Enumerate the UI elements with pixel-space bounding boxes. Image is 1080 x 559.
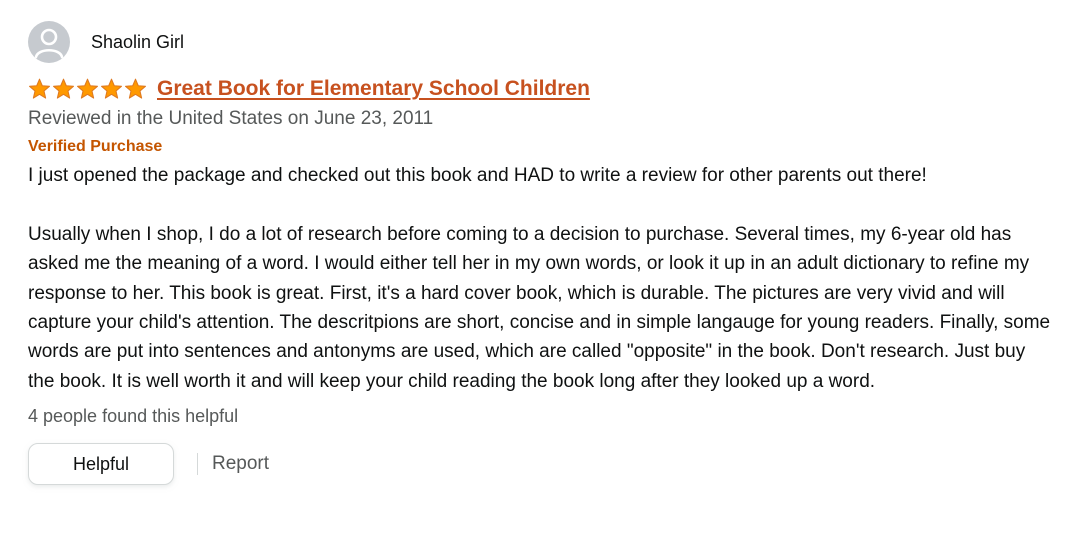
review-title-row: Great Book for Elementary School Childre… xyxy=(28,74,1068,104)
review-date: Reviewed in the United States on June 23… xyxy=(28,108,434,129)
reviewer-profile[interactable]: Shaolin Girl xyxy=(28,20,1068,64)
report-link[interactable]: Report xyxy=(212,453,269,475)
helpful-count: 4 people found this helpful xyxy=(28,406,239,427)
person-avatar-icon[interactable] xyxy=(28,21,70,63)
star-icon xyxy=(52,78,75,100)
reviewer-name[interactable]: Shaolin Girl xyxy=(91,32,184,53)
star-icon xyxy=(124,78,147,100)
star-icon xyxy=(100,78,123,100)
star-icon xyxy=(76,78,99,100)
review-title-link[interactable]: Great Book for Elementary School Childre… xyxy=(157,77,590,101)
verified-purchase-badge: Verified Purchase xyxy=(28,138,163,155)
review-actions: Helpful Report xyxy=(28,443,1068,486)
review-body-paragraph: I just opened the package and checked ou… xyxy=(28,165,927,186)
star-icon xyxy=(28,78,51,100)
review-body: I just opened the package and checked ou… xyxy=(28,161,1056,396)
review-body-paragraph: Usually when I shop, I do a lot of resea… xyxy=(28,223,1051,392)
star-rating[interactable] xyxy=(28,78,147,100)
helpful-button[interactable]: Helpful xyxy=(28,443,174,486)
action-divider xyxy=(197,453,198,476)
customer-review: Shaolin Girl Great Book for Elementary S… xyxy=(28,20,1068,486)
